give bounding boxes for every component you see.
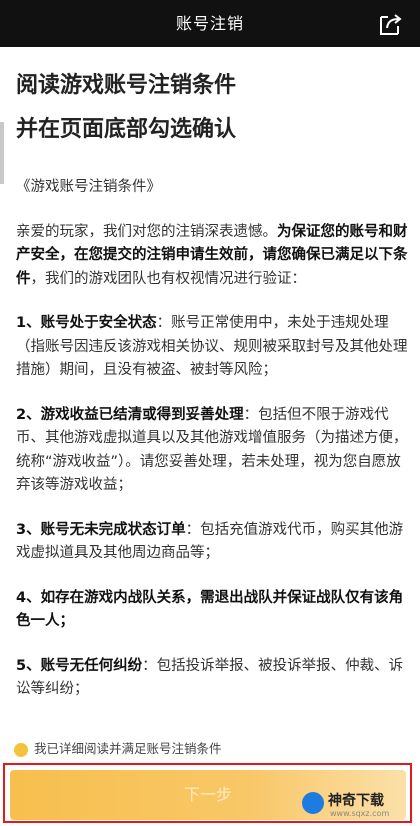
condition-3-title: 3、账号无未完成状态订单	[16, 521, 186, 538]
share-icon[interactable]	[378, 11, 404, 37]
condition-5-title: 5、账号无任何纠纷	[16, 657, 143, 674]
instruction-heading: 阅读游戏账号注销条件 并在页面底部勾选确认	[16, 64, 406, 152]
watermark-logo-icon	[302, 792, 324, 814]
condition-4-title: 4、如存在游戏内战队关系，需退出战队并保证战队仅有该角色一人；	[16, 589, 404, 630]
condition-1-title: 1、账号处于安全状态	[16, 315, 157, 331]
agree-checkbox[interactable]: 我已详细阅读并满足账号注销条件	[14, 738, 222, 760]
watermark-text: 神奇下载	[328, 793, 384, 809]
scroll-indicator	[0, 122, 4, 184]
watermark-url: www.sqxz.com	[330, 809, 390, 818]
top-bar: 账号注销	[0, 0, 420, 47]
check-circle-icon[interactable]	[14, 742, 28, 757]
agree-label: 我已详细阅读并满足账号注销条件	[34, 741, 222, 756]
terms-doc-title: 《游戏账号注销条件》	[16, 179, 161, 195]
condition-4: 4、如存在游戏内战队关系，需退出战队并保证战队仅有该角色一人；	[16, 587, 408, 634]
page-title: 账号注销	[175, 14, 244, 33]
condition-1: 1、账号处于安全状态：账号正常使用中，未处于违规处理（指账号因违反该游戏相关协议…	[16, 312, 408, 383]
condition-2-title: 2、游戏收益已结清或得到妥善处理	[16, 406, 244, 423]
condition-3: 3、账号无未完成状态订单：包括充值游戏代币，购买其他游戏虚拟道具及其他周边商品等…	[16, 519, 408, 566]
intro-text-end: ，我们的游戏团队也有权视情况进行验证：	[30, 270, 307, 287]
condition-2: 2、游戏收益已结清或得到妥善处理：包括但不限于游戏代币、其他游戏虚拟道具以及其他…	[16, 404, 408, 498]
terms-intro: 亲爱的玩家，我们对您的注销深表遗憾。为保证您的账号和财产安全，在您提交的注销申请…	[16, 221, 408, 292]
heading-line-2: 并在页面底部勾选确认	[16, 117, 237, 142]
terms-content: 《游戏账号注销条件》 亲爱的玩家，我们对您的注销深表遗憾。为保证您的账号和财产安…	[16, 176, 408, 723]
heading-line-1: 阅读游戏账号注销条件	[16, 73, 237, 98]
condition-5: 5、账号无任何纠纷：包括投诉举报、被投诉举报、仲裁、诉讼等纠纷；	[16, 655, 408, 702]
intro-text: 亲爱的玩家，我们对您的注销深表遗憾。	[16, 223, 277, 240]
watermark: 神奇下载 www.sqxz.com	[302, 788, 414, 824]
